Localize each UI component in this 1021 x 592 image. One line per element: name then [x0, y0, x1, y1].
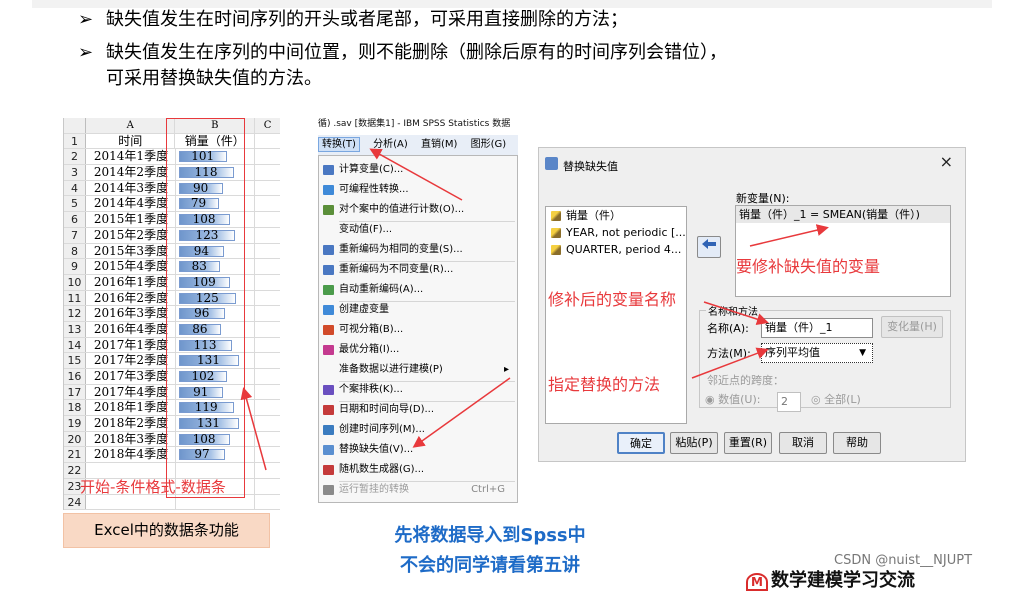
footer-line-2: 不会的同学请看第五讲 — [400, 555, 580, 576]
logo-seal-icon: M — [746, 573, 768, 591]
arrow-renamed — [703, 301, 769, 325]
arrow-method — [691, 347, 769, 379]
arrow-menu-transform — [369, 148, 463, 201]
arrow-excel — [240, 387, 267, 471]
footer-line-1: 先将数据导入到Spss中 — [394, 525, 586, 546]
arrow-replace-missing — [412, 377, 511, 448]
arrow-new-variable — [749, 224, 829, 247]
footer-logo: M 数学建模学习交流 — [746, 566, 915, 592]
logo-text: 数学建模学习交流 — [771, 570, 915, 591]
annotation-arrows — [240, 148, 829, 471]
